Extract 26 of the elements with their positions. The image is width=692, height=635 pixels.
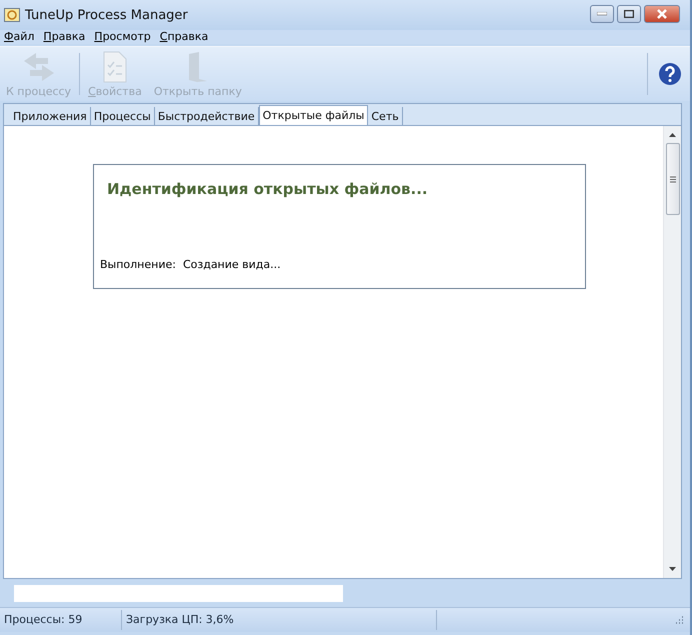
- help-icon: [658, 62, 682, 86]
- status-text: Процессы: 59: [0, 610, 122, 630]
- maximize-icon: [624, 10, 634, 18]
- close-icon: [656, 9, 668, 19]
- app-icon: [4, 8, 20, 22]
- status-text: Загрузка ЦП: 3,6%: [122, 610, 437, 630]
- input-field[interactable]: [14, 584, 343, 602]
- resize-grip-icon[interactable]: [674, 615, 684, 625]
- arrows-icon: [22, 51, 56, 83]
- progress-title: Идентификация открытых файлов...: [107, 180, 429, 198]
- scrollbar[interactable]: [663, 126, 681, 578]
- close-button[interactable]: [644, 5, 680, 23]
- document-icon: [102, 51, 128, 83]
- menu-item[interactable]: Справка: [160, 30, 208, 44]
- minimize-icon: [597, 12, 607, 16]
- menu-item[interactable]: Просмотр: [94, 30, 151, 44]
- scroll-up-icon[interactable]: [669, 133, 676, 137]
- menu-item[interactable]: Файл: [4, 30, 34, 44]
- tab[interactable]: Открытые файлы: [258, 105, 368, 125]
- window-title: TuneUp Process Manager: [25, 8, 189, 22]
- minimize-button[interactable]: [590, 5, 614, 23]
- maximize-button[interactable]: [617, 5, 641, 23]
- scroll-thumb[interactable]: [666, 143, 680, 215]
- menu-item[interactable]: Правка: [43, 30, 86, 44]
- scroll-down-icon[interactable]: [669, 567, 676, 571]
- progress-status: Выполнение: Создание вида...: [100, 258, 282, 271]
